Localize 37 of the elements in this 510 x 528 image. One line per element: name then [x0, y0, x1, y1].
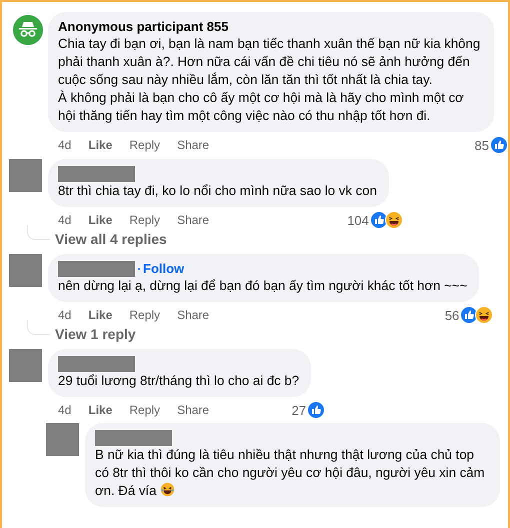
- comment-time[interactable]: 4d: [58, 403, 72, 417]
- reaction-count[interactable]: 104: [347, 212, 369, 228]
- share-link[interactable]: Share: [177, 138, 210, 152]
- reply-link[interactable]: Reply: [129, 308, 160, 322]
- comment-text: B nữ kia thì đúng là tiêu nhiều thật nhưng thật lương của chủ top có 8tr thì thôi ko cần cho người yêu cơ hội đâu, người yêu xin cảm ơn. Đá vía: [95, 447, 486, 498]
- redacted-avatar: [46, 423, 78, 456]
- reaction-count[interactable]: 85: [474, 138, 489, 152]
- incognito-avatar-icon[interactable]: [13, 15, 43, 45]
- comment-time[interactable]: 4d: [58, 213, 72, 227]
- redacted-avatar: [8, 349, 42, 382]
- like-link[interactable]: Like: [88, 213, 112, 227]
- redacted-avatar: [8, 254, 42, 287]
- comment-time[interactable]: 4d: [58, 138, 72, 152]
- laughing-face-icon: [384, 211, 403, 229]
- comment-text: 29 tuổi lương 8tr/tháng thì lo cho ai đc b?: [58, 373, 300, 388]
- reaction-count[interactable]: 56: [444, 308, 460, 322]
- like-reaction-icon: [307, 401, 326, 419]
- view-replies-link[interactable]: View all 4 replies: [55, 231, 167, 247]
- reply-link[interactable]: Reply: [129, 403, 160, 417]
- comment-text: nên dừng lại ạ, dừng lại để bạn đó bạn ấy tìm người khác tốt hơn ~~~: [58, 278, 468, 293]
- redacted-avatar: [8, 159, 42, 192]
- reply-link[interactable]: Reply: [129, 138, 160, 152]
- view-replies-link[interactable]: View 1 reply: [55, 326, 136, 342]
- share-link[interactable]: Share: [177, 308, 210, 322]
- author-name[interactable]: Anonymous participant 855: [58, 19, 228, 34]
- share-link[interactable]: Share: [177, 403, 210, 417]
- like-link[interactable]: Like: [88, 403, 112, 417]
- comment-text: 8tr thì chia tay đi, ko lo nổi cho mình nữa sao lo vk con: [58, 183, 377, 198]
- laughing-face-icon: [475, 306, 494, 324]
- reply-link[interactable]: Reply: [129, 213, 160, 227]
- share-link[interactable]: Share: [177, 213, 210, 227]
- follow-link[interactable]: Follow: [143, 261, 184, 276]
- comment-time[interactable]: 4d: [58, 308, 72, 322]
- comment-text: Chia tay đi bạn ơi, bạn là nam bạn tiếc thanh xuân thế bạn nữ kia không phải thanh xuân à?. Hơn nữa cái vấn đề chi tiêu nó sẽ ảnh hưởng đến cuộc sống sau này nhiều lắm, còn lăn tăn thì tốt nhất là chia tay. À không phải là bạn cho cô ấy một cơ hội mà là hãy cho mình một cơ hội thăng tiến hay tìm một công việc nào có thu nhập tốt hơn đi.: [58, 36, 482, 123]
- like-link[interactable]: Like: [88, 308, 112, 322]
- reaction-count[interactable]: 27: [292, 402, 306, 418]
- like-link[interactable]: Like: [88, 138, 112, 152]
